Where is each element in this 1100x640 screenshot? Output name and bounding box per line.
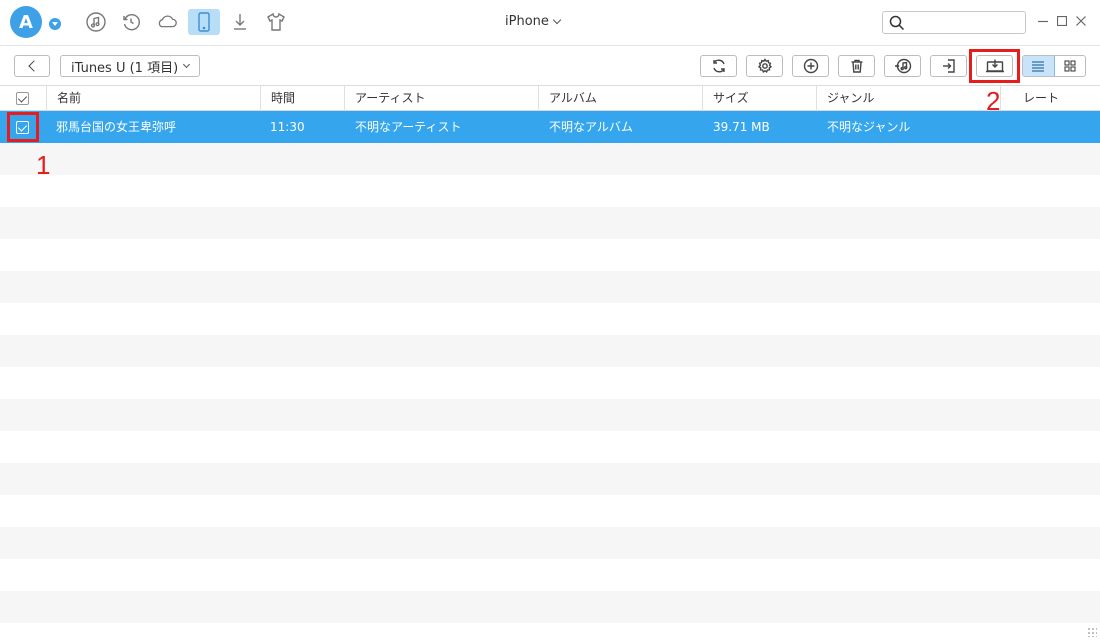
app-menu-dropdown-icon[interactable] <box>49 18 61 30</box>
download-icon[interactable] <box>228 10 252 34</box>
list-view-button[interactable] <box>1023 56 1055 76</box>
category-label: iTunes U (1 項目) <box>71 60 179 76</box>
settings-icon <box>757 58 772 73</box>
device-selector[interactable]: iPhone <box>505 14 562 29</box>
to-device-button[interactable] <box>930 55 967 77</box>
refresh-button[interactable] <box>700 55 737 77</box>
empty-row <box>0 239 1100 271</box>
select-all-checkbox-cell[interactable] <box>0 86 46 111</box>
to-device-icon <box>942 59 955 73</box>
shirt-icon[interactable] <box>264 10 288 34</box>
search-icon <box>889 15 905 31</box>
empty-row <box>0 495 1100 527</box>
add-icon <box>803 58 818 74</box>
empty-row <box>0 303 1100 335</box>
table-row[interactable]: 邪馬台国の女王卑弥呼 11:30 不明なアーティスト 不明なアルバム 39.71… <box>0 111 1100 143</box>
grid-view-button[interactable] <box>1055 56 1086 76</box>
empty-row <box>0 175 1100 207</box>
column-header-genre[interactable]: ジャンル <box>816 86 1000 111</box>
empty-row <box>0 335 1100 367</box>
empty-row <box>0 399 1100 431</box>
empty-row <box>0 623 1100 640</box>
export-to-pc-icon <box>985 59 1004 73</box>
track-name: 邪馬台国の女王卑弥呼 <box>56 120 177 134</box>
category-dropdown[interactable]: iTunes U (1 項目) <box>60 55 200 77</box>
resize-grip[interactable] <box>1087 627 1097 637</box>
row-checkbox[interactable] <box>16 121 29 134</box>
empty-row <box>0 207 1100 239</box>
track-genre: 不明なジャンル <box>827 120 911 134</box>
export-to-pc-button[interactable] <box>976 55 1013 77</box>
music-icon[interactable] <box>84 10 108 34</box>
view-mode-toggle <box>1022 55 1086 77</box>
empty-row <box>0 591 1100 623</box>
track-artist: 不明なアーティスト <box>355 120 462 134</box>
empty-row <box>0 463 1100 495</box>
column-header-name[interactable]: 名前 <box>46 86 260 111</box>
toolbar: iTunes U (1 項目) <box>0 46 1100 86</box>
track-album: 不明なアルバム <box>549 120 633 134</box>
restore-icon[interactable] <box>119 10 143 34</box>
empty-row <box>0 271 1100 303</box>
phone-icon[interactable] <box>188 9 220 35</box>
grid-view-icon <box>1064 60 1076 72</box>
empty-row <box>0 559 1100 591</box>
empty-row <box>0 527 1100 559</box>
minimize-button[interactable] <box>1036 14 1050 28</box>
track-time: 11:30 <box>270 120 305 134</box>
chevron-down-icon <box>552 15 562 25</box>
list-view-icon <box>1032 61 1045 72</box>
to-itunes-icon <box>894 58 911 74</box>
column-header-album[interactable]: アルバム <box>538 86 702 111</box>
cloud-icon[interactable] <box>155 10 179 34</box>
settings-button[interactable] <box>746 55 783 77</box>
trash-icon <box>851 59 862 73</box>
empty-row <box>0 431 1100 463</box>
search-input[interactable] <box>907 14 1019 31</box>
add-button[interactable] <box>792 55 829 77</box>
select-all-checkbox[interactable] <box>16 92 29 105</box>
app-logo[interactable]: A <box>10 6 42 38</box>
maximize-button[interactable] <box>1055 14 1069 28</box>
row-checkbox-cell[interactable] <box>16 111 29 143</box>
close-button[interactable] <box>1074 14 1088 28</box>
track-size: 39.71 MB <box>713 120 770 134</box>
device-name: iPhone <box>505 14 549 29</box>
title-bar: A iPhone <box>0 0 1100 46</box>
table-header: 名前 時間 アーティスト アルバム サイズ ジャンル レート <box>0 86 1100 111</box>
empty-row <box>0 143 1100 175</box>
empty-row <box>0 367 1100 399</box>
to-itunes-button[interactable] <box>884 55 921 77</box>
delete-button[interactable] <box>838 55 875 77</box>
track-list: 邪馬台国の女王卑弥呼 11:30 不明なアーティスト 不明なアルバム 39.71… <box>0 111 1100 640</box>
back-button[interactable] <box>14 55 50 77</box>
chevron-left-icon <box>28 60 40 72</box>
step-number-1: 1 <box>36 150 51 180</box>
column-header-rating[interactable]: レート <box>1000 86 1100 111</box>
search-box[interactable] <box>882 11 1026 34</box>
column-header-time[interactable]: 時間 <box>260 86 344 111</box>
step-number-2: 2 <box>986 86 1001 116</box>
column-header-size[interactable]: サイズ <box>702 86 816 111</box>
column-header-artist[interactable]: アーティスト <box>344 86 538 111</box>
chevron-down-icon <box>183 60 191 69</box>
refresh-icon <box>712 59 725 73</box>
